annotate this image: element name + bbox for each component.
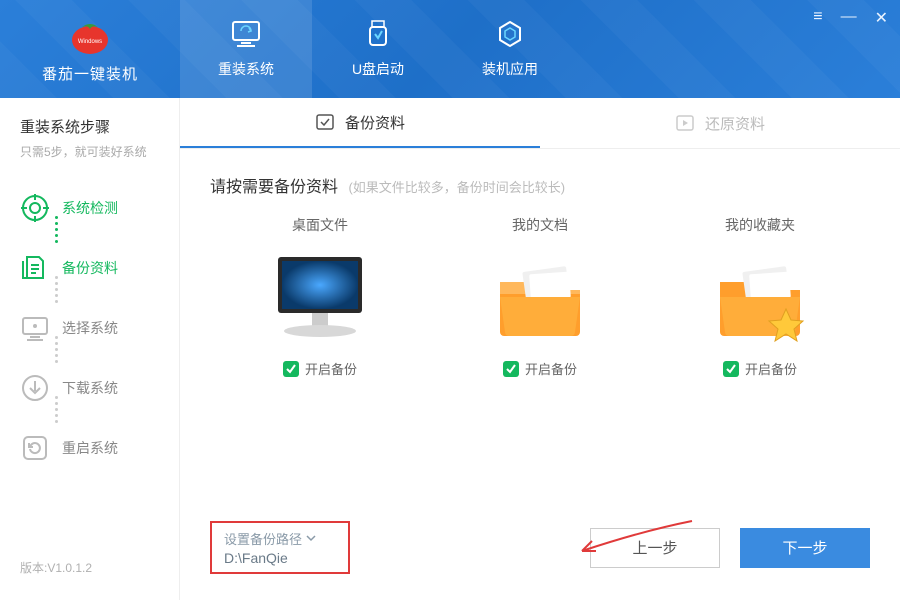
toggle-documents[interactable]: 开启备份 bbox=[503, 359, 577, 378]
step-restart[interactable]: 重启系统 bbox=[20, 418, 179, 478]
prev-button[interactable]: 上一步 bbox=[590, 528, 720, 568]
nav-apps[interactable]: 装机应用 bbox=[444, 0, 576, 98]
toggle-desktop[interactable]: 开启备份 bbox=[283, 359, 357, 378]
minimize-button[interactable]: — bbox=[841, 8, 857, 28]
hex-icon bbox=[495, 19, 525, 49]
monitor-refresh-icon bbox=[229, 19, 263, 49]
step-select[interactable]: 选择系统 bbox=[20, 298, 179, 358]
version-text: 版本:V1.0.1.2 bbox=[0, 559, 179, 590]
usb-icon bbox=[363, 19, 393, 49]
brand-name: 番茄一键装机 bbox=[42, 63, 138, 84]
content: 请按需要备份资料 (如果文件比较多，备份时间会比较长) 桌面文件 开启备份 bbox=[180, 149, 900, 501]
step-detect[interactable]: 系统检测 bbox=[20, 178, 179, 238]
document-icon bbox=[20, 253, 50, 283]
app-window: Windows 番茄一键装机 重装系统 U盘启动 装机应用 ≡ — ✕ bbox=[0, 0, 900, 600]
prompt: 请按需要备份资料 bbox=[210, 179, 338, 196]
prompt-sub: (如果文件比较多，备份时间会比较长) bbox=[348, 180, 565, 195]
step-label: 系统检测 bbox=[62, 198, 118, 218]
subtab-restore[interactable]: 还原资料 bbox=[540, 98, 900, 148]
nav-label: U盘启动 bbox=[352, 59, 404, 79]
window-controls: ≡ — ✕ bbox=[813, 8, 888, 28]
sidebar-subtitle: 只需5步，就可装好系统 bbox=[0, 137, 179, 172]
card-favorites: 我的收藏夹 开启备份 bbox=[670, 215, 850, 378]
main: 备份资料 还原资料 请按需要备份资料 (如果文件比较多，备份时间会比较长) 桌面… bbox=[180, 98, 900, 600]
nav-tabs: 重装系统 U盘启动 装机应用 bbox=[180, 0, 576, 98]
restart-icon bbox=[20, 433, 50, 463]
nav-usb[interactable]: U盘启动 bbox=[312, 0, 444, 98]
logo-icon: Windows bbox=[62, 15, 118, 55]
folder-star-icon bbox=[700, 247, 820, 347]
monitor-icon bbox=[20, 313, 50, 343]
checkbox-checked-icon bbox=[723, 361, 739, 377]
toggle-label: 开启备份 bbox=[305, 359, 357, 378]
brand: Windows 番茄一键装机 bbox=[0, 15, 180, 84]
toggle-label: 开启备份 bbox=[745, 359, 797, 378]
card-title: 我的收藏夹 bbox=[725, 215, 795, 235]
backup-tab-icon bbox=[315, 112, 335, 132]
nav-label: 装机应用 bbox=[482, 59, 538, 79]
step-list: 系统检测 备份资料 选择系统 bbox=[0, 178, 179, 559]
footer: 设置备份路径 D:\FanQie 上一步 下一步 bbox=[180, 501, 900, 600]
folder-icon bbox=[480, 247, 600, 347]
target-icon bbox=[20, 193, 50, 223]
header: Windows 番茄一键装机 重装系统 U盘启动 装机应用 ≡ — ✕ bbox=[0, 0, 900, 98]
backup-cards: 桌面文件 开启备份 我的文档 bbox=[210, 197, 870, 378]
subtab-backup[interactable]: 备份资料 bbox=[180, 98, 540, 148]
close-button[interactable]: ✕ bbox=[875, 8, 888, 28]
step-label: 备份资料 bbox=[62, 258, 118, 278]
step-label: 选择系统 bbox=[62, 318, 118, 338]
menu-button[interactable]: ≡ bbox=[813, 8, 822, 28]
nav-reinstall[interactable]: 重装系统 bbox=[180, 0, 312, 98]
step-label: 下载系统 bbox=[62, 378, 118, 398]
svg-text:Windows: Windows bbox=[78, 39, 102, 45]
subtabs: 备份资料 还原资料 bbox=[180, 98, 900, 149]
sidebar-title: 重装系统步骤 bbox=[0, 116, 179, 137]
step-download[interactable]: 下载系统 bbox=[20, 358, 179, 418]
download-icon bbox=[20, 373, 50, 403]
step-label: 重启系统 bbox=[62, 438, 118, 458]
card-documents: 我的文档 开启备份 bbox=[450, 215, 630, 378]
checkbox-checked-icon bbox=[283, 361, 299, 377]
path-value: D:\FanQie bbox=[224, 550, 316, 566]
sidebar: 重装系统步骤 只需5步，就可装好系统 系统检测 备份资料 bbox=[0, 98, 180, 600]
subtab-label: 还原资料 bbox=[705, 113, 765, 134]
card-desktop: 桌面文件 开启备份 bbox=[230, 215, 410, 378]
step-backup[interactable]: 备份资料 bbox=[20, 238, 179, 298]
chevron-down-icon bbox=[306, 535, 316, 543]
path-dropdown[interactable]: 设置备份路径 bbox=[224, 529, 316, 548]
body: 重装系统步骤 只需5步，就可装好系统 系统检测 备份资料 bbox=[0, 98, 900, 600]
desktop-icon bbox=[260, 247, 380, 347]
toggle-label: 开启备份 bbox=[525, 359, 577, 378]
nav-label: 重装系统 bbox=[218, 59, 274, 79]
next-button[interactable]: 下一步 bbox=[740, 528, 870, 568]
action-buttons: 上一步 下一步 bbox=[590, 528, 870, 568]
restore-tab-icon bbox=[675, 113, 695, 133]
card-title: 桌面文件 bbox=[292, 215, 348, 235]
path-label-text: 设置备份路径 bbox=[224, 529, 302, 548]
subtab-label: 备份资料 bbox=[345, 112, 405, 133]
path-box: 设置备份路径 D:\FanQie bbox=[210, 521, 350, 574]
card-title: 我的文档 bbox=[512, 215, 568, 235]
toggle-favorites[interactable]: 开启备份 bbox=[723, 359, 797, 378]
checkbox-checked-icon bbox=[503, 361, 519, 377]
